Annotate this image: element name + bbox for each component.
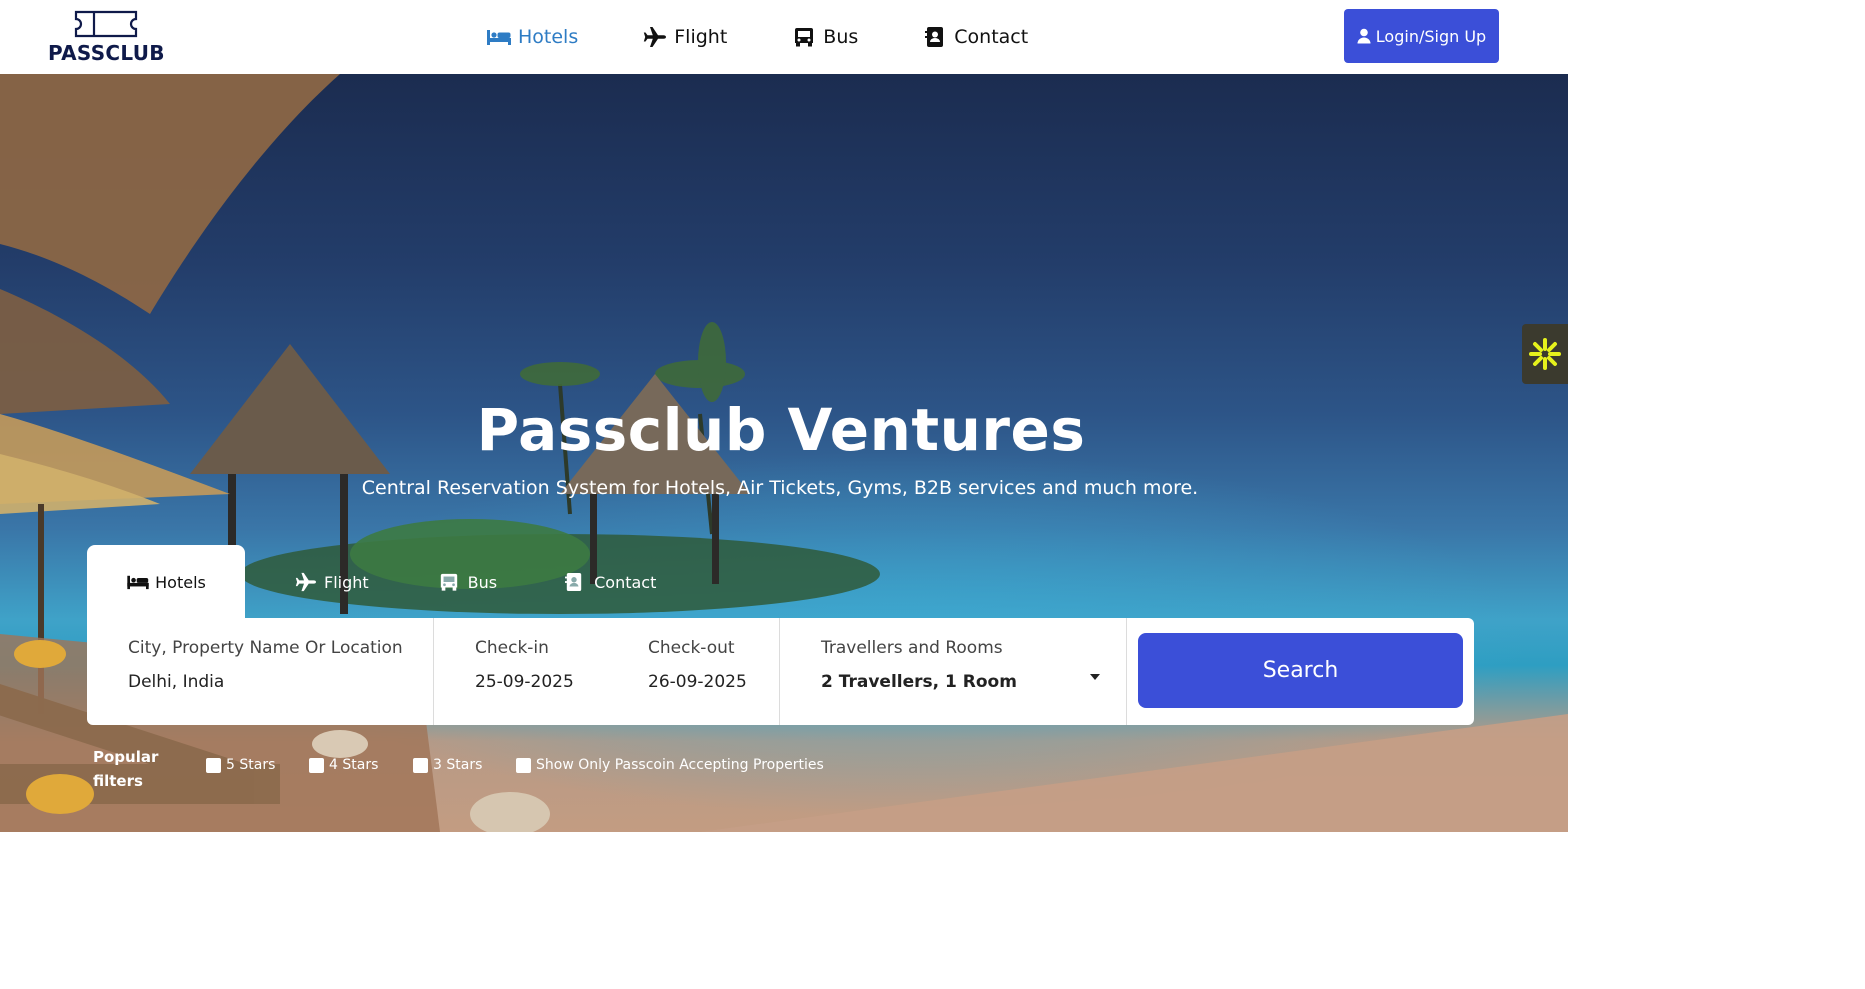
plane-icon <box>295 572 319 592</box>
tab-flight-label: Flight <box>324 572 369 592</box>
search-tabs: Hotels Flight Bus Contact <box>87 545 656 619</box>
brand-name: PASSCLUB <box>48 41 165 65</box>
nav-flight[interactable]: Flight <box>642 26 727 48</box>
checkbox[interactable] <box>516 757 531 773</box>
checkout-field[interactable]: Check-out 26-09-2025 <box>648 618 798 725</box>
login-signup-label: Login/Sign Up <box>1375 26 1487 46</box>
location-value[interactable]: Delhi, India <box>128 672 224 692</box>
filter-3-stars-label: 3 Stars <box>433 757 483 773</box>
checkbox[interactable] <box>309 757 324 773</box>
main-nav: Hotels Flight Bus Contact <box>486 0 1092 74</box>
bed-icon <box>486 26 512 48</box>
travellers-value[interactable]: 2 Travellers, 1 Room <box>821 672 1017 692</box>
nav-flight-label: Flight <box>674 26 728 48</box>
hotel-search-form: City, Property Name Or Location Delhi, I… <box>87 618 1474 725</box>
dropdown-caret-icon[interactable] <box>1090 674 1100 680</box>
travellers-rooms-field[interactable]: Travellers and Rooms 2 Travellers, 1 Roo… <box>821 618 1111 725</box>
travellers-label: Travellers and Rooms <box>821 638 1003 658</box>
nav-contact-label: Contact <box>954 26 1029 48</box>
bed-icon <box>126 573 150 591</box>
checkout-value[interactable]: 26-09-2025 <box>648 672 747 692</box>
bus-icon <box>791 26 817 48</box>
tab-hotels[interactable]: Hotels <box>87 545 245 619</box>
user-icon <box>1357 28 1371 44</box>
contact-book-icon <box>565 573 589 591</box>
nav-contact[interactable]: Contact <box>922 26 1028 48</box>
nav-hotels-label: Hotels <box>518 26 579 48</box>
nav-bus-label: Bus <box>823 26 859 48</box>
accessibility-widget-button[interactable] <box>1522 324 1568 384</box>
location-field[interactable]: City, Property Name Or Location Delhi, I… <box>128 618 428 725</box>
tab-hotels-label: Hotels <box>155 572 206 592</box>
filter-passcoin-label: Show Only Passcoin Accepting Properties <box>536 757 824 773</box>
checkout-label: Check-out <box>648 638 735 658</box>
tab-contact-label: Contact <box>594 572 657 592</box>
plane-icon <box>642 26 668 48</box>
top-header: PASSCLUB Hotels Flight Bus Contact Login… <box>0 0 1568 74</box>
tab-contact[interactable]: Contact <box>565 545 656 619</box>
filter-passcoin-properties[interactable]: Show Only Passcoin Accepting Properties <box>516 757 824 773</box>
nav-bus[interactable]: Bus <box>791 26 858 48</box>
field-divider <box>433 618 434 725</box>
location-label: City, Property Name Or Location <box>128 638 403 658</box>
hero-title: Passclub Ventures <box>476 396 1086 464</box>
checkbox[interactable] <box>413 757 428 773</box>
filter-4-stars[interactable]: 4 Stars <box>309 757 378 773</box>
hero-subtitle: Central Reservation System for Hotels, A… <box>361 477 1199 499</box>
tab-bus-label: Bus <box>467 572 498 592</box>
field-divider <box>1126 618 1127 725</box>
checkin-value[interactable]: 25-09-2025 <box>475 672 574 692</box>
login-signup-button[interactable]: Login/Sign Up <box>1344 9 1499 63</box>
filter-3-stars[interactable]: 3 Stars <box>413 757 482 773</box>
checkin-label: Check-in <box>475 638 549 658</box>
filter-4-stars-label: 4 Stars <box>329 757 379 773</box>
popular-filters-label: Popular filters <box>93 748 159 790</box>
tab-bus[interactable]: Bus <box>439 545 497 619</box>
asterisk-icon <box>1529 338 1561 370</box>
checkbox[interactable] <box>206 757 221 773</box>
filter-5-stars-label: 5 Stars <box>226 757 276 773</box>
tab-flight[interactable]: Flight <box>295 545 369 619</box>
search-button[interactable]: Search <box>1138 633 1463 708</box>
field-divider <box>779 618 780 725</box>
passclub-logo[interactable]: PASSCLUB <box>48 9 168 67</box>
checkin-field[interactable]: Check-in 25-09-2025 <box>475 618 625 725</box>
bus-icon <box>439 573 463 591</box>
nav-hotels[interactable]: Hotels <box>486 26 578 48</box>
filter-5-stars[interactable]: 5 Stars <box>206 757 275 773</box>
ticket-logo-icon <box>74 10 138 38</box>
contact-book-icon <box>922 26 948 48</box>
